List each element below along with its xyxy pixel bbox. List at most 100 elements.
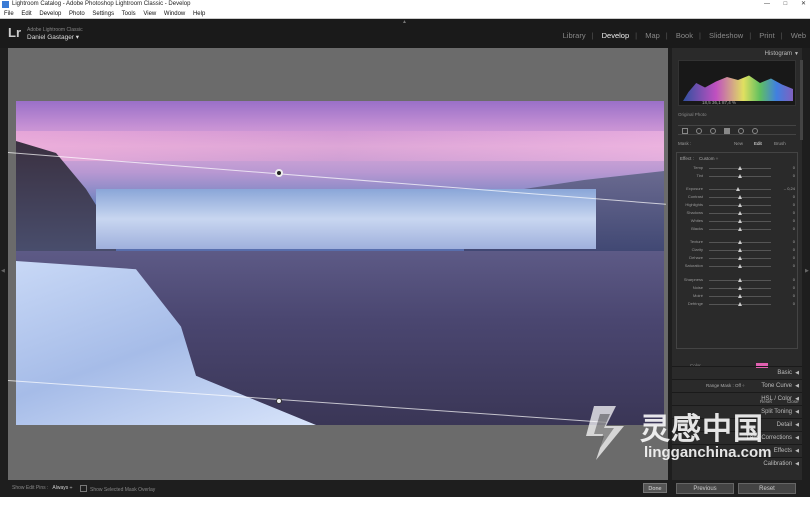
graduated-filter-end-pin[interactable]: [276, 398, 282, 404]
module-develop[interactable]: Develop: [602, 31, 630, 40]
slider-value[interactable]: 0: [793, 165, 795, 170]
slider-knob[interactable]: [738, 294, 742, 298]
done-button[interactable]: Done: [643, 483, 667, 493]
slider-value[interactable]: 0: [793, 239, 795, 244]
slider-value[interactable]: 0: [793, 194, 795, 199]
mask-edit-button[interactable]: Edit: [754, 141, 762, 146]
waterfall-photo[interactable]: [16, 101, 664, 425]
section-basic[interactable]: Basic ◀: [672, 366, 802, 378]
maximize-button[interactable]: □: [784, 1, 788, 7]
red-eye-icon[interactable]: [710, 128, 716, 134]
module-library[interactable]: Library: [563, 31, 586, 40]
slider-value[interactable]: 0: [793, 247, 795, 252]
menu-photo[interactable]: Photo: [69, 11, 85, 17]
graduated-filter-icon[interactable]: [724, 128, 730, 134]
mask-brush-button[interactable]: Brush: [774, 141, 786, 146]
module-map[interactable]: Map: [645, 31, 660, 40]
slider-value[interactable]: 0: [793, 173, 795, 178]
left-panel-toggle-icon[interactable]: ◀: [1, 268, 5, 274]
slider-knob[interactable]: [738, 203, 742, 207]
menu-help[interactable]: Help: [193, 11, 205, 17]
slider-value[interactable]: 0: [793, 277, 795, 282]
slider-value[interactable]: 0: [793, 263, 795, 268]
slider-value[interactable]: 0: [793, 301, 795, 306]
slider-label: Dehaze: [689, 255, 703, 260]
slider-knob[interactable]: [738, 219, 742, 223]
slider-moir[interactable]: Moiré 0: [679, 293, 795, 299]
slider-clarity[interactable]: Clarity 0: [679, 247, 795, 253]
slider-shadows[interactable]: Shadows 0: [679, 210, 795, 216]
panel-scrollbar[interactable]: [800, 60, 803, 140]
crop-tool-icon[interactable]: [682, 128, 688, 134]
minimize-button[interactable]: —: [764, 1, 770, 7]
slider-knob[interactable]: [738, 174, 742, 178]
slider-value[interactable]: 0: [793, 218, 795, 223]
module-book[interactable]: Book: [676, 31, 693, 40]
slider-value[interactable]: 0: [793, 285, 795, 290]
slider-knob[interactable]: [738, 227, 742, 231]
slider-value[interactable]: 0: [793, 255, 795, 260]
right-panel-toggle-icon[interactable]: ▶: [805, 268, 809, 274]
slider-noise[interactable]: Noise 0: [679, 285, 795, 291]
slider-sharpness[interactable]: Sharpness 0: [679, 277, 795, 283]
adjustment-brush-icon[interactable]: [752, 128, 758, 134]
slider-whites[interactable]: Whites 0: [679, 218, 795, 224]
menu-develop[interactable]: Develop: [39, 11, 61, 17]
menu-file[interactable]: File: [4, 11, 14, 17]
slider-label: Contrast: [687, 194, 703, 199]
slider-dehaze[interactable]: Dehaze 0: [679, 255, 795, 261]
slider-saturation[interactable]: Saturation 0: [679, 263, 795, 269]
watermark-chinese-text: 灵感中国: [640, 412, 764, 447]
slider-knob[interactable]: [738, 248, 742, 252]
slider-value[interactable]: 0: [793, 293, 795, 298]
slider-texture[interactable]: Texture 0: [679, 239, 795, 245]
module-print[interactable]: Print: [759, 31, 774, 40]
menu-edit[interactable]: Edit: [21, 11, 31, 17]
slider-knob[interactable]: [738, 264, 742, 268]
section-tone-curve[interactable]: Tone Curve ◀: [672, 379, 802, 391]
effect-selector[interactable]: Effect : Custom ÷: [680, 156, 718, 161]
histogram-header[interactable]: Histogram ▼: [672, 49, 802, 59]
slider-value[interactable]: 0: [793, 202, 795, 207]
slider-knob[interactable]: [738, 302, 742, 306]
slider-knob[interactable]: [738, 256, 742, 260]
slider-knob[interactable]: [738, 278, 742, 282]
module-slideshow[interactable]: Slideshow: [709, 31, 743, 40]
slider-tint[interactable]: Tint 0: [679, 173, 795, 179]
menu-window[interactable]: Window: [164, 11, 185, 17]
histogram[interactable]: [678, 60, 796, 106]
slider-label: Texture: [689, 239, 703, 244]
show-mask-overlay-checkbox[interactable]: Show Selected Mask Overlay: [80, 485, 155, 493]
graduated-filter-pin[interactable]: [275, 169, 283, 177]
slider-knob[interactable]: [738, 195, 742, 199]
watermark-url: lingganchina.com: [644, 444, 772, 461]
slider-knob[interactable]: [738, 286, 742, 290]
previous-button[interactable]: Previous: [676, 483, 734, 494]
slider-defringe[interactable]: Defringe 0: [679, 301, 795, 307]
menu-settings[interactable]: Settings: [92, 11, 114, 17]
user-name[interactable]: Daniel Gastager ▾: [27, 33, 79, 41]
slider-knob[interactable]: [736, 187, 741, 191]
slider-exposure[interactable]: Exposure – 0,24: [679, 186, 795, 192]
slider-blacks[interactable]: Blacks 0: [679, 226, 795, 232]
radial-filter-icon[interactable]: [738, 128, 744, 134]
slider-knob[interactable]: [738, 166, 742, 170]
show-edit-pins[interactable]: Show Edit Pins : Always ÷: [12, 485, 72, 491]
mask-new-button[interactable]: New: [734, 141, 743, 146]
menu-view[interactable]: View: [143, 11, 156, 17]
slider-value[interactable]: 0: [793, 226, 795, 231]
slider-contrast[interactable]: Contrast 0: [679, 194, 795, 200]
slider-knob[interactable]: [738, 211, 742, 215]
slider-value[interactable]: – 0,24: [784, 186, 795, 191]
reset-button[interactable]: Reset: [738, 483, 796, 494]
slider-value[interactable]: 0: [793, 210, 795, 215]
menu-tools[interactable]: Tools: [122, 11, 136, 17]
photo-canvas[interactable]: [7, 48, 668, 480]
top-panel-toggle-icon[interactable]: ▲: [402, 19, 407, 25]
spot-removal-icon[interactable]: [696, 128, 702, 134]
module-web[interactable]: Web: [791, 31, 806, 40]
close-window-button[interactable]: ✕: [801, 1, 806, 7]
slider-temp[interactable]: Temp 0: [679, 165, 795, 171]
slider-highlights[interactable]: Highlights 0: [679, 202, 795, 208]
slider-knob[interactable]: [738, 240, 742, 244]
